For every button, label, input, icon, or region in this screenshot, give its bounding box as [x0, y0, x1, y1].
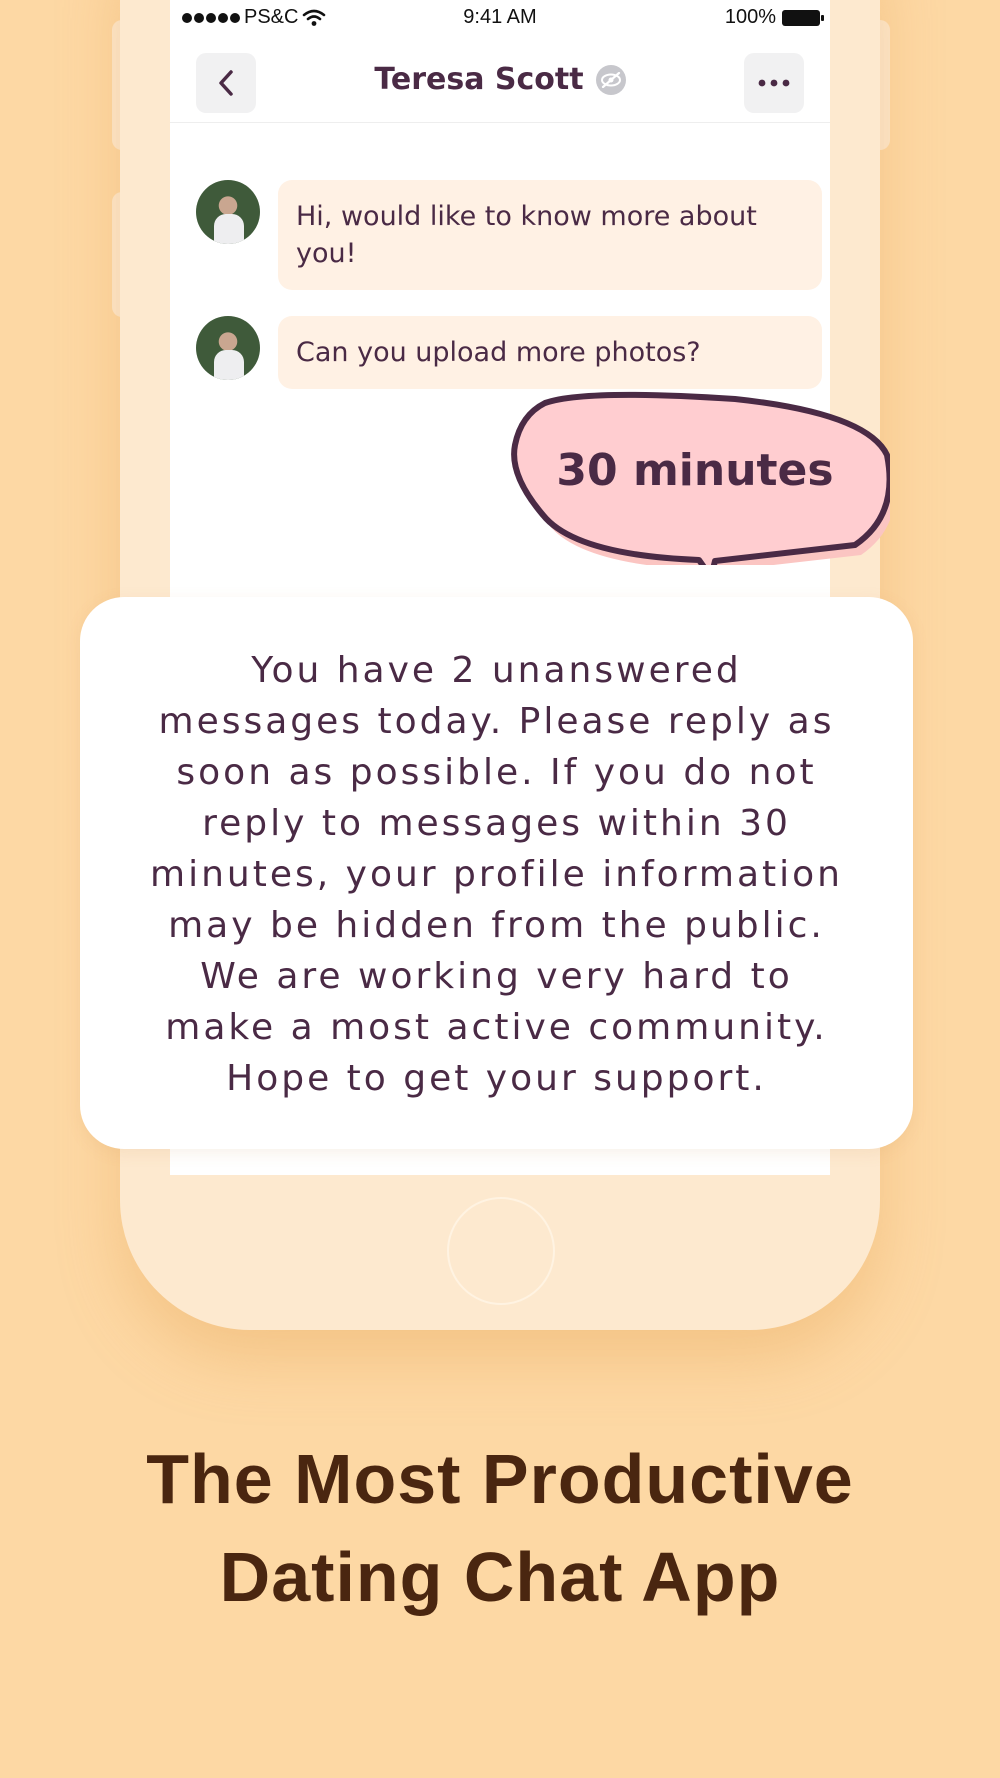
- battery-icon: [782, 9, 824, 26]
- notice-message: You have 2 unanswered messages today. Pl…: [110, 645, 883, 1104]
- notice-card: You have 2 unanswered messages today. Pl…: [80, 597, 913, 1149]
- notice-line: make a most active community.: [165, 1007, 828, 1048]
- notice-line: Hope to get your support.: [226, 1058, 767, 1099]
- contact-name: Teresa Scott: [374, 62, 584, 97]
- status-bar: PS&C 9:41 AM 100%: [170, 0, 830, 36]
- notice-line: reply to messages within 30: [202, 803, 791, 844]
- battery-percent: 100%: [724, 6, 776, 28]
- message-row: Can you upload more photos?: [196, 316, 822, 389]
- home-button[interactable]: [447, 1197, 555, 1305]
- eye-slash-icon: [595, 64, 626, 95]
- timer-callout: 30 minutes: [511, 391, 890, 565]
- avatar[interactable]: [196, 316, 260, 380]
- avatar[interactable]: [196, 180, 260, 244]
- notice-line: messages today. Please reply as: [158, 701, 835, 742]
- notice-line: minutes, your profile information: [150, 854, 843, 895]
- battery-status: 100%: [724, 6, 824, 29]
- chat-title-group: Teresa Scott: [170, 62, 830, 97]
- chat-header: Teresa Scott: [170, 40, 830, 123]
- ellipsis-icon: [758, 79, 790, 87]
- notice-line: may be hidden from the public.: [168, 905, 825, 946]
- message-row: Hi, would like to know more about you!: [196, 180, 822, 290]
- notice-line: soon as possible. If you do not: [176, 752, 817, 793]
- headline-line: The Most Productive: [146, 1440, 854, 1518]
- more-options-button[interactable]: [744, 53, 804, 113]
- notice-line: We are working very hard to: [200, 956, 793, 997]
- promo-headline: The Most Productive Dating Chat App: [0, 1430, 1000, 1626]
- message-bubble: Hi, would like to know more about you!: [278, 180, 822, 290]
- headline-line: Dating Chat App: [219, 1538, 781, 1616]
- message-bubble: Can you upload more photos?: [278, 316, 822, 389]
- notice-line: You have 2 unanswered: [251, 650, 742, 691]
- callout-text: 30 minutes: [556, 445, 833, 496]
